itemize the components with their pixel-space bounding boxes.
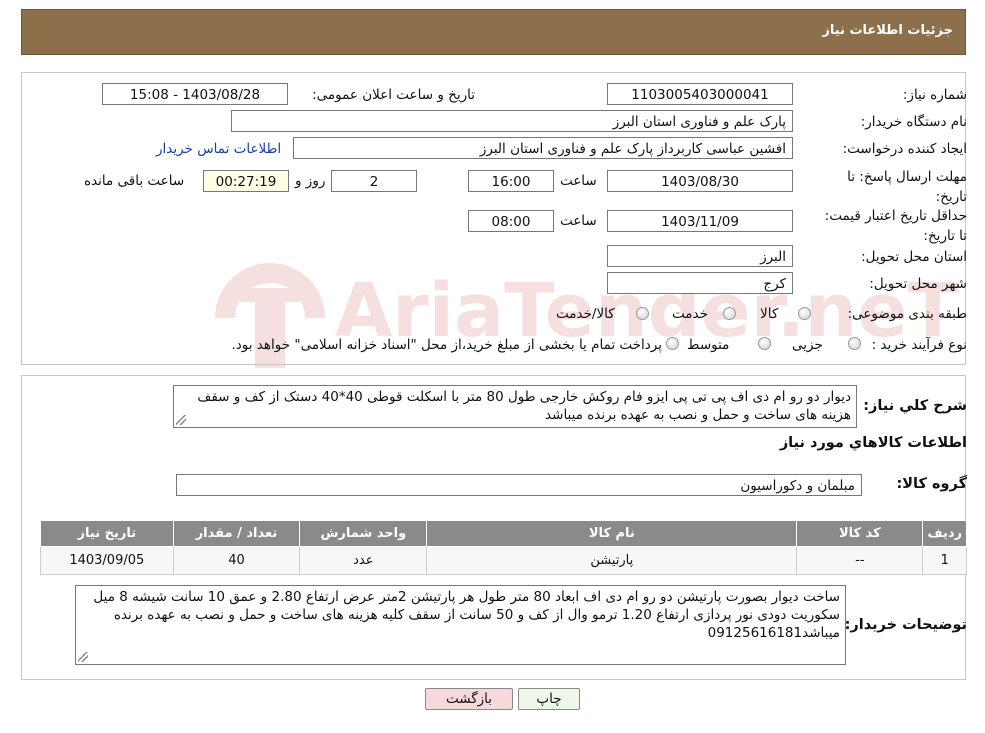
buyer-contact-link[interactable]: اطلاعات تماس خریدار <box>156 141 281 157</box>
process-label: نوع فرآیند خرید : <box>871 337 967 353</box>
goods-table: رديف کد کالا نام کالا واحد شمارش تعداد /… <box>40 520 967 575</box>
buyer-org-label: نام دستگاه خریدار: <box>860 114 967 130</box>
province-field: البرز <box>607 245 793 267</box>
process-option-minor: جزیی <box>792 337 823 353</box>
buyer-org-field: پارک علم و فناوری استان البرز <box>231 110 793 132</box>
requester-label: ایجاد کننده درخواست: <box>842 141 967 157</box>
deadline-label: مهلت ارسال پاسخ: تا تاریخ: <box>847 169 967 205</box>
description-field: دیوار دو رو ام دی اف پی تی پی ایزو فام ر… <box>173 385 857 428</box>
validity-label: حداقل تاریخ اعتبار قیمت: تا تاریخ: <box>824 208 967 244</box>
description-label: شرح کلي نياز: <box>863 398 967 414</box>
buyer-notes-field: ساخت دیوار بصورت پارتیشن دو رو ام دی اف … <box>75 585 846 665</box>
city-field: کرج <box>607 272 793 294</box>
process-note: پرداخت تمام یا بخشی از مبلغ خرید،از محل … <box>231 337 662 353</box>
process-radio-medium[interactable] <box>758 337 771 350</box>
resize-grip-icon[interactable] <box>176 415 186 425</box>
buyer-notes-label: توضیحات خریدار: <box>844 617 967 633</box>
category-radio-service[interactable] <box>723 307 736 320</box>
category-option-goods-service: کالا/خدمت <box>556 306 615 322</box>
days-field: 2 <box>331 170 417 192</box>
cell-row: 1 <box>922 546 967 575</box>
cell-name: پارتیشن <box>426 546 798 575</box>
col-quantity: تعداد / مقدار <box>172 520 301 547</box>
cell-code: -- <box>796 546 924 575</box>
process-radio-minor[interactable] <box>848 337 861 350</box>
cell-quantity: 40 <box>172 546 301 575</box>
announce-label: تاریخ و ساعت اعلان عمومی: <box>312 87 475 103</box>
print-button[interactable]: چاپ <box>518 688 580 710</box>
remaining-label: ساعت باقی مانده <box>84 173 185 189</box>
col-name: نام کالا <box>426 520 798 547</box>
description-text: دیوار دو رو ام دی اف پی تی پی ایزو فام ر… <box>197 389 851 423</box>
need-number-label: شماره نیاز: <box>902 87 967 103</box>
table-row: 1 -- پارتیشن عدد 40 1403/09/05 <box>40 546 967 575</box>
deadline-time-label: ساعت <box>560 173 597 189</box>
category-label: طبقه بندی موضوعی: <box>847 306 967 322</box>
back-button[interactable]: بازگشت <box>425 688 513 710</box>
col-unit: واحد شمارش <box>299 520 428 547</box>
announce-field: 1403/08/28 - 15:08 <box>102 83 288 105</box>
col-row: رديف <box>922 520 967 547</box>
category-option-goods: کالا <box>760 306 779 322</box>
goods-table-wrap: رديف کد کالا نام کالا واحد شمارش تعداد /… <box>40 520 967 575</box>
need-number-field: 1103005403000041 <box>607 83 793 105</box>
process-radio-treasury[interactable] <box>666 337 679 350</box>
page-title: جزئیات اطلاعات نیاز <box>822 23 953 38</box>
days-label: روز و <box>295 173 326 189</box>
deadline-time-field: 16:00 <box>468 170 554 192</box>
goods-group-field: مبلمان و دکوراسیون <box>176 474 862 496</box>
validity-date-field: 1403/11/09 <box>607 210 793 232</box>
cell-unit: عدد <box>299 546 428 575</box>
goods-section-title: اطلاعات کالاهاي مورد نياز <box>779 435 967 451</box>
cell-date: 1403/09/05 <box>40 546 174 575</box>
resize-grip-icon[interactable] <box>78 652 88 662</box>
category-option-service: خدمت <box>672 306 708 322</box>
requester-field: افشین عباسی کاربرداز پارک علم و فناوری ا… <box>293 137 793 159</box>
col-date: تاریخ نیاز <box>40 520 174 547</box>
province-label: استان محل تحویل: <box>861 249 967 265</box>
goods-group-label: گروه کالا: <box>896 476 967 492</box>
category-radio-goods[interactable] <box>798 307 811 320</box>
buyer-notes-text: ساخت دیوار بصورت پارتیشن دو رو ام دی اف … <box>93 589 840 641</box>
remaining-time-field: 00:27:19 <box>203 170 289 192</box>
col-code: کد کالا <box>796 520 924 547</box>
validity-time-label: ساعت <box>560 213 597 229</box>
city-label: شهر محل تحویل: <box>869 276 967 292</box>
deadline-date-field: 1403/08/30 <box>607 170 793 192</box>
category-radio-goods-service[interactable] <box>636 307 649 320</box>
goods-table-header: رديف کد کالا نام کالا واحد شمارش تعداد /… <box>40 520 967 547</box>
page-header: جزئیات اطلاعات نیاز <box>21 9 966 55</box>
validity-time-field: 08:00 <box>468 210 554 232</box>
process-option-medium: متوسط <box>687 337 730 353</box>
